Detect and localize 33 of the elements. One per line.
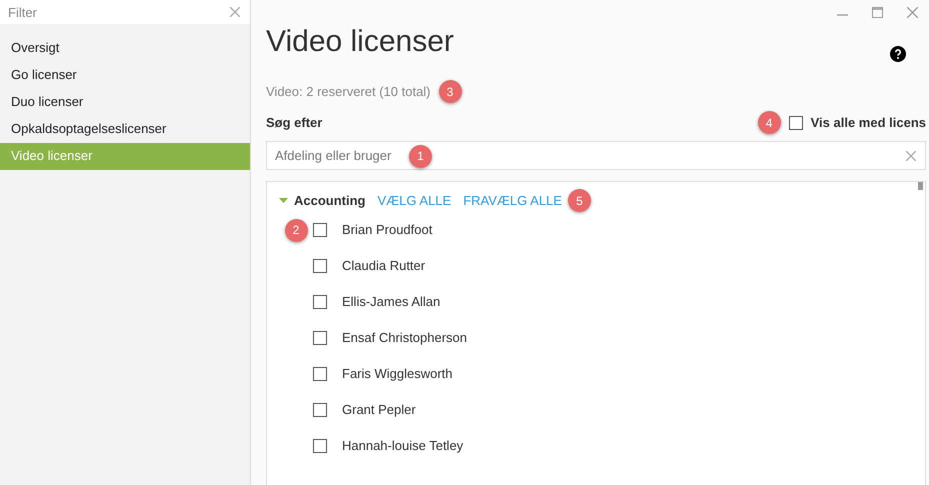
nav-item[interactable]: Duo licenser [0,88,250,116]
checkbox[interactable] [313,223,327,237]
license-summary: Video: 2 reserveret (10 total) [266,82,431,101]
page-title: Video licenser [266,24,454,60]
callout-marker: 5 [568,189,591,212]
checkbox[interactable] [313,331,327,345]
user-name: Brian Proudfoot [342,221,432,240]
nav-item[interactable]: Opkaldsoptagelseslicenser [0,116,250,142]
filter-field[interactable]: Filter [0,0,250,24]
maximize-icon[interactable] [872,6,883,18]
user-name: Ellis-James Allan [342,293,440,312]
checkbox[interactable] [313,367,327,381]
callout-marker: 4 [758,111,781,134]
checkbox[interactable] [788,116,803,130]
checkbox[interactable] [313,295,327,309]
nav-item[interactable]: Go licenser [0,62,250,88]
nav-item[interactable]: Oversigt [0,34,250,62]
user-name: Faris Wigglesworth [342,365,453,384]
checkbox[interactable] [313,439,327,453]
user-name: Claudia Rutter [342,257,426,276]
user-name: Ensaf Christopherson [342,329,468,348]
search-label: Søg efter [266,114,322,132]
checkbox[interactable] [313,259,327,273]
callout-marker: 2 [284,218,308,242]
callout-marker: 3 [438,80,462,103]
user-name: Hannah-louise Tetley [342,437,464,456]
group-name: Accounting [294,192,366,210]
help-icon[interactable] [890,46,906,62]
scrollbar[interactable] [918,182,923,190]
close-icon[interactable] [907,6,918,18]
user-name: Grant Pepler [342,401,416,420]
checkbox-label[interactable]: Vis alle med licens [810,112,926,132]
checkbox[interactable] [313,403,327,417]
